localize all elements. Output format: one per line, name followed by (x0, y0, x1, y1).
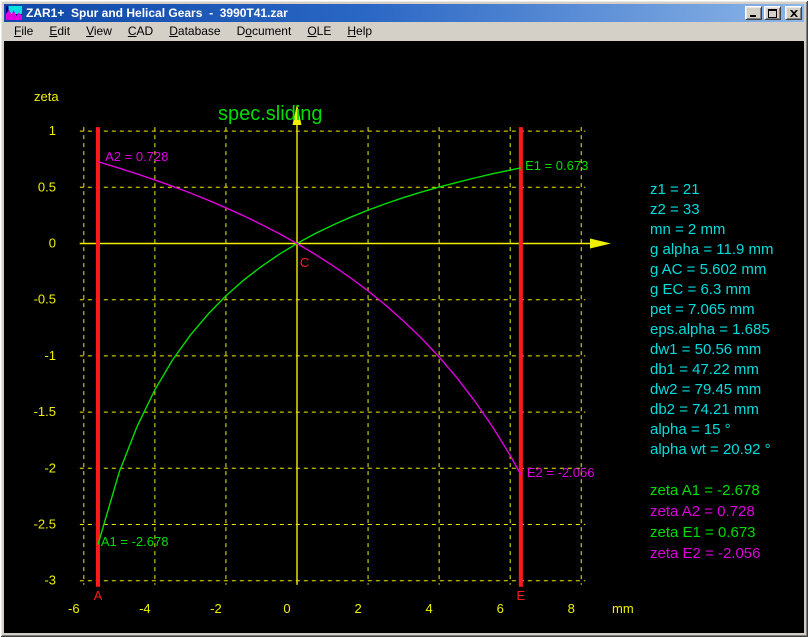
y-tick-label: 0 (49, 236, 56, 251)
window-controls (743, 6, 802, 20)
y-tick-label: 0.5 (38, 179, 56, 194)
zeta-result-line: zeta A1 = -2.678 (650, 480, 761, 501)
x-tick-label: 6 (497, 601, 504, 616)
zeta-result-line: zeta E2 = -2.056 (650, 543, 761, 564)
result-line: eps.alpha = 1.685 (650, 320, 774, 340)
result-line: alpha = 15 ° (650, 420, 774, 440)
app-icon (6, 6, 22, 20)
close-icon (790, 10, 798, 17)
result-line: db2 = 74.21 mm (650, 400, 774, 420)
close-button[interactable] (785, 6, 802, 20)
y-tick-label: -0.5 (34, 292, 56, 307)
x-tick-label: -2 (210, 601, 222, 616)
x-axis-unit-label: mm (612, 601, 634, 616)
result-line: pet = 7.065 mm (650, 300, 774, 320)
window-title: ZAR1+ Spur and Helical Gears - 3990T41.z… (26, 4, 743, 22)
result-line: z2 = 33 (650, 200, 774, 220)
result-line: db1 = 47.22 mm (650, 360, 774, 380)
titlebar[interactable]: ZAR1+ Spur and Helical Gears - 3990T41.z… (4, 4, 804, 22)
x-tick-label: -6 (68, 601, 80, 616)
y-tick-label: 1 (49, 123, 56, 138)
gear-results-panel: z1 = 21z2 = 33mn = 2 mmg alpha = 11.9 mm… (650, 180, 774, 460)
menu-item-cad[interactable]: CAD (120, 22, 161, 41)
result-line: g EC = 6.3 mm (650, 280, 774, 300)
maximize-button[interactable] (764, 6, 781, 20)
zeta-result-line: zeta E1 = 0.673 (650, 522, 761, 543)
y-tick-label: -3 (44, 573, 56, 588)
menu-item-database[interactable]: Database (161, 22, 228, 41)
menubar: FileEditViewCADDatabaseDocumentOLEHelp (4, 22, 804, 41)
result-line: alpha wt = 20.92 ° (650, 440, 774, 460)
x-tick-label: 0 (283, 601, 290, 616)
y-axis-title: zeta (34, 89, 59, 104)
zar1-app-icon (6, 6, 22, 20)
result-line: dw2 = 79.45 mm (650, 380, 774, 400)
menu-item-ole[interactable]: OLE (299, 22, 339, 41)
y-tick-label: -2 (44, 460, 56, 475)
vline-label-E: E (517, 588, 526, 603)
y-tick-label: -2.5 (34, 517, 56, 532)
x-tick-label: -4 (139, 601, 151, 616)
vline-label-A: A (94, 588, 103, 603)
x-tick-label: 2 (354, 601, 361, 616)
y-tick-label: -1 (44, 348, 56, 363)
result-line: dw1 = 50.56 mm (650, 340, 774, 360)
menu-item-edit[interactable]: Edit (41, 22, 78, 41)
annotation-E1: E1 = 0.673 (525, 158, 588, 173)
zeta-result-line: zeta A2 = 0.728 (650, 501, 761, 522)
result-line: g AC = 5.602 mm (650, 260, 774, 280)
x-tick-label: 8 (568, 601, 575, 616)
chart-client-area: A E 1 0.5 0 -0.5 -1 -1.5 -2 -2.5 -3 -6 -4 -2 0 2 4 6 8 mm ze… (4, 41, 804, 633)
app-window: ZAR1+ Spur and Helical Gears - 3990T41.z… (0, 0, 808, 637)
y-tick-label: -1.5 (34, 404, 56, 419)
menu-item-help[interactable]: Help (339, 22, 380, 41)
menu-item-view[interactable]: View (78, 22, 120, 41)
x-axis-arrow-icon (590, 239, 611, 249)
result-line: mn = 2 mm (650, 220, 774, 240)
maximize-icon (768, 9, 777, 18)
annotation-C: C (300, 255, 309, 270)
annotation-E2: E2 = -2.056 (527, 465, 595, 480)
curve-zeta2 (98, 162, 521, 475)
annotation-A1: A1 = -2.678 (101, 534, 169, 549)
menu-item-file[interactable]: File (6, 22, 41, 41)
annotation-A2: A2 = 0.728 (105, 149, 168, 164)
chart-title: spec.sliding (218, 103, 323, 125)
result-line: z1 = 21 (650, 180, 774, 200)
result-line: g alpha = 11.9 mm (650, 240, 774, 260)
minimize-icon (749, 9, 758, 18)
zeta-results-panel: zeta A1 = -2.678zeta A2 = 0.728zeta E1 =… (650, 480, 761, 564)
menu-item-document[interactable]: Document (229, 22, 300, 41)
minimize-button[interactable] (745, 6, 762, 20)
x-tick-label: 4 (426, 601, 433, 616)
